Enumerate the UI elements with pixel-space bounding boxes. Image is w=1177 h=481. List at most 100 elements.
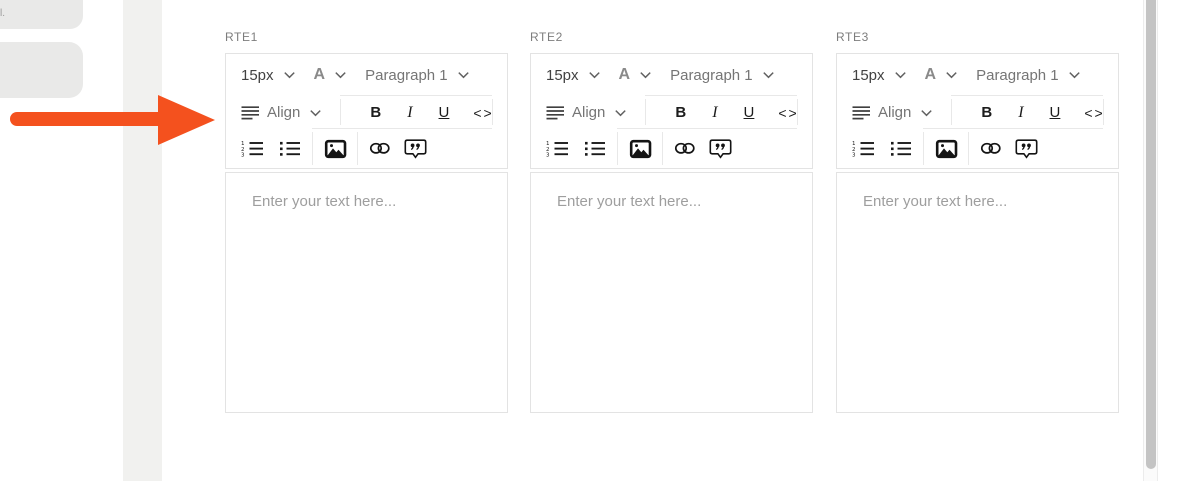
- vertical-gutter-strip: [123, 0, 162, 481]
- toolbar-separator: [923, 128, 1103, 129]
- toolbar-separator: [662, 132, 663, 165]
- bold-button[interactable]: B: [981, 104, 992, 121]
- bullet-list-icon: [889, 140, 912, 157]
- font-color-dropdown[interactable]: A: [314, 66, 348, 84]
- chevron-down-icon: [762, 71, 775, 79]
- placeholder-text: Enter your text here...: [252, 193, 397, 210]
- underline-button[interactable]: U: [439, 104, 450, 121]
- align-label: Align: [878, 104, 912, 121]
- font-color-dropdown[interactable]: A: [925, 66, 959, 84]
- font-size-dropdown[interactable]: 15px: [241, 67, 296, 84]
- bullet-list-button[interactable]: [889, 140, 912, 157]
- chevron-down-icon: [309, 109, 322, 117]
- placeholder-text: Enter your text here...: [557, 193, 702, 210]
- blockquote-icon: [1015, 138, 1038, 159]
- scrollbar-track[interactable]: [1143, 0, 1158, 481]
- chevron-down-icon: [614, 109, 627, 117]
- rte-toolbar: 15px A Paragraph 1 Align B I U <>: [836, 53, 1119, 169]
- rte-toolbar: 15px A Paragraph 1 Align B I U <>: [225, 53, 508, 169]
- blockquote-icon: [404, 138, 427, 159]
- rte-toolbar: 15px A Paragraph 1 Align B I U <>: [530, 53, 813, 169]
- bold-button[interactable]: B: [675, 104, 686, 121]
- rte-label: RTE2: [530, 30, 563, 44]
- italic-button[interactable]: I: [712, 104, 717, 122]
- chevron-down-icon: [457, 71, 470, 79]
- font-size-dropdown[interactable]: 15px: [852, 67, 907, 84]
- align-dropdown[interactable]: Align: [241, 104, 322, 121]
- numbered-list-button[interactable]: [546, 140, 569, 157]
- create-link-button[interactable]: [369, 141, 390, 156]
- source-code-button[interactable]: <>: [1084, 105, 1104, 121]
- numbered-list-button[interactable]: [241, 140, 264, 157]
- toolbar-separator: [645, 99, 646, 125]
- chevron-down-icon: [1068, 71, 1081, 79]
- numbered-list-button[interactable]: [852, 140, 875, 157]
- rich-text-editor-2: RTE2 15px A Paragraph 1 Align B I U <> E…: [530, 30, 813, 413]
- source-code-button[interactable]: <>: [473, 105, 493, 121]
- paragraph-format-value: Paragraph 1: [365, 66, 448, 84]
- rte-label: RTE3: [836, 30, 869, 44]
- chevron-down-icon: [894, 71, 907, 79]
- numbered-list-icon: [241, 140, 264, 157]
- image-icon: [324, 139, 347, 159]
- align-dropdown[interactable]: Align: [546, 104, 627, 121]
- link-icon: [980, 141, 1001, 156]
- font-size-value: 15px: [546, 66, 579, 84]
- align-icon: [546, 105, 565, 120]
- bold-button[interactable]: B: [370, 104, 381, 121]
- chevron-down-icon: [639, 71, 652, 79]
- bullet-list-button[interactable]: [278, 140, 301, 157]
- toolbar-separator: [645, 95, 797, 96]
- toolbar-separator: [1103, 99, 1104, 125]
- bullet-list-button[interactable]: [583, 140, 606, 157]
- create-link-button[interactable]: [980, 141, 1001, 156]
- arrow-head: [158, 95, 215, 145]
- align-dropdown[interactable]: Align: [852, 104, 933, 121]
- paragraph-format-dropdown[interactable]: Paragraph 1: [976, 67, 1081, 84]
- align-label: Align: [267, 104, 301, 121]
- underline-button[interactable]: U: [744, 104, 755, 121]
- font-size-value: 15px: [241, 66, 274, 84]
- toolbar-separator: [617, 132, 618, 165]
- font-color-dropdown[interactable]: A: [619, 66, 653, 84]
- link-icon: [369, 141, 390, 156]
- rte-content-area[interactable]: Enter your text here...: [530, 172, 813, 413]
- create-link-button[interactable]: [674, 141, 695, 156]
- scrollbar-thumb[interactable]: [1146, 0, 1156, 469]
- align-icon: [852, 105, 871, 120]
- chevron-down-icon: [920, 109, 933, 117]
- rte-content-area[interactable]: Enter your text here...: [225, 172, 508, 413]
- toolbar-separator: [312, 128, 492, 129]
- font-color-label: A: [618, 66, 631, 83]
- blockquote-button[interactable]: [1015, 138, 1038, 159]
- link-icon: [674, 141, 695, 156]
- bullet-list-icon: [278, 140, 301, 157]
- insert-image-button[interactable]: [629, 139, 652, 159]
- toolbar-separator: [951, 99, 952, 125]
- left-panel-pill-top: [0, 0, 83, 29]
- rte-content-area[interactable]: Enter your text here...: [836, 172, 1119, 413]
- insert-image-button[interactable]: [935, 139, 958, 159]
- blockquote-button[interactable]: [709, 138, 732, 159]
- font-size-dropdown[interactable]: 15px: [546, 67, 601, 84]
- font-size-value: 15px: [852, 66, 885, 84]
- italic-button[interactable]: I: [407, 104, 412, 122]
- paragraph-format-dropdown[interactable]: Paragraph 1: [365, 67, 470, 84]
- insert-image-button[interactable]: [324, 139, 347, 159]
- underline-button[interactable]: U: [1050, 104, 1061, 121]
- image-icon: [629, 139, 652, 159]
- italic-button[interactable]: I: [1018, 104, 1023, 122]
- blockquote-button[interactable]: [404, 138, 427, 159]
- chevron-down-icon: [588, 71, 601, 79]
- toolbar-separator: [797, 99, 798, 125]
- paragraph-format-dropdown[interactable]: Paragraph 1: [670, 67, 775, 84]
- toolbar-separator: [492, 99, 493, 125]
- numbered-list-icon: [852, 140, 875, 157]
- toolbar-separator: [617, 128, 797, 129]
- font-color-label: A: [313, 66, 326, 83]
- source-code-button[interactable]: <>: [778, 105, 798, 121]
- toolbar-separator: [951, 95, 1103, 96]
- paragraph-format-value: Paragraph 1: [670, 66, 753, 84]
- image-icon: [935, 139, 958, 159]
- chevron-down-icon: [334, 71, 347, 79]
